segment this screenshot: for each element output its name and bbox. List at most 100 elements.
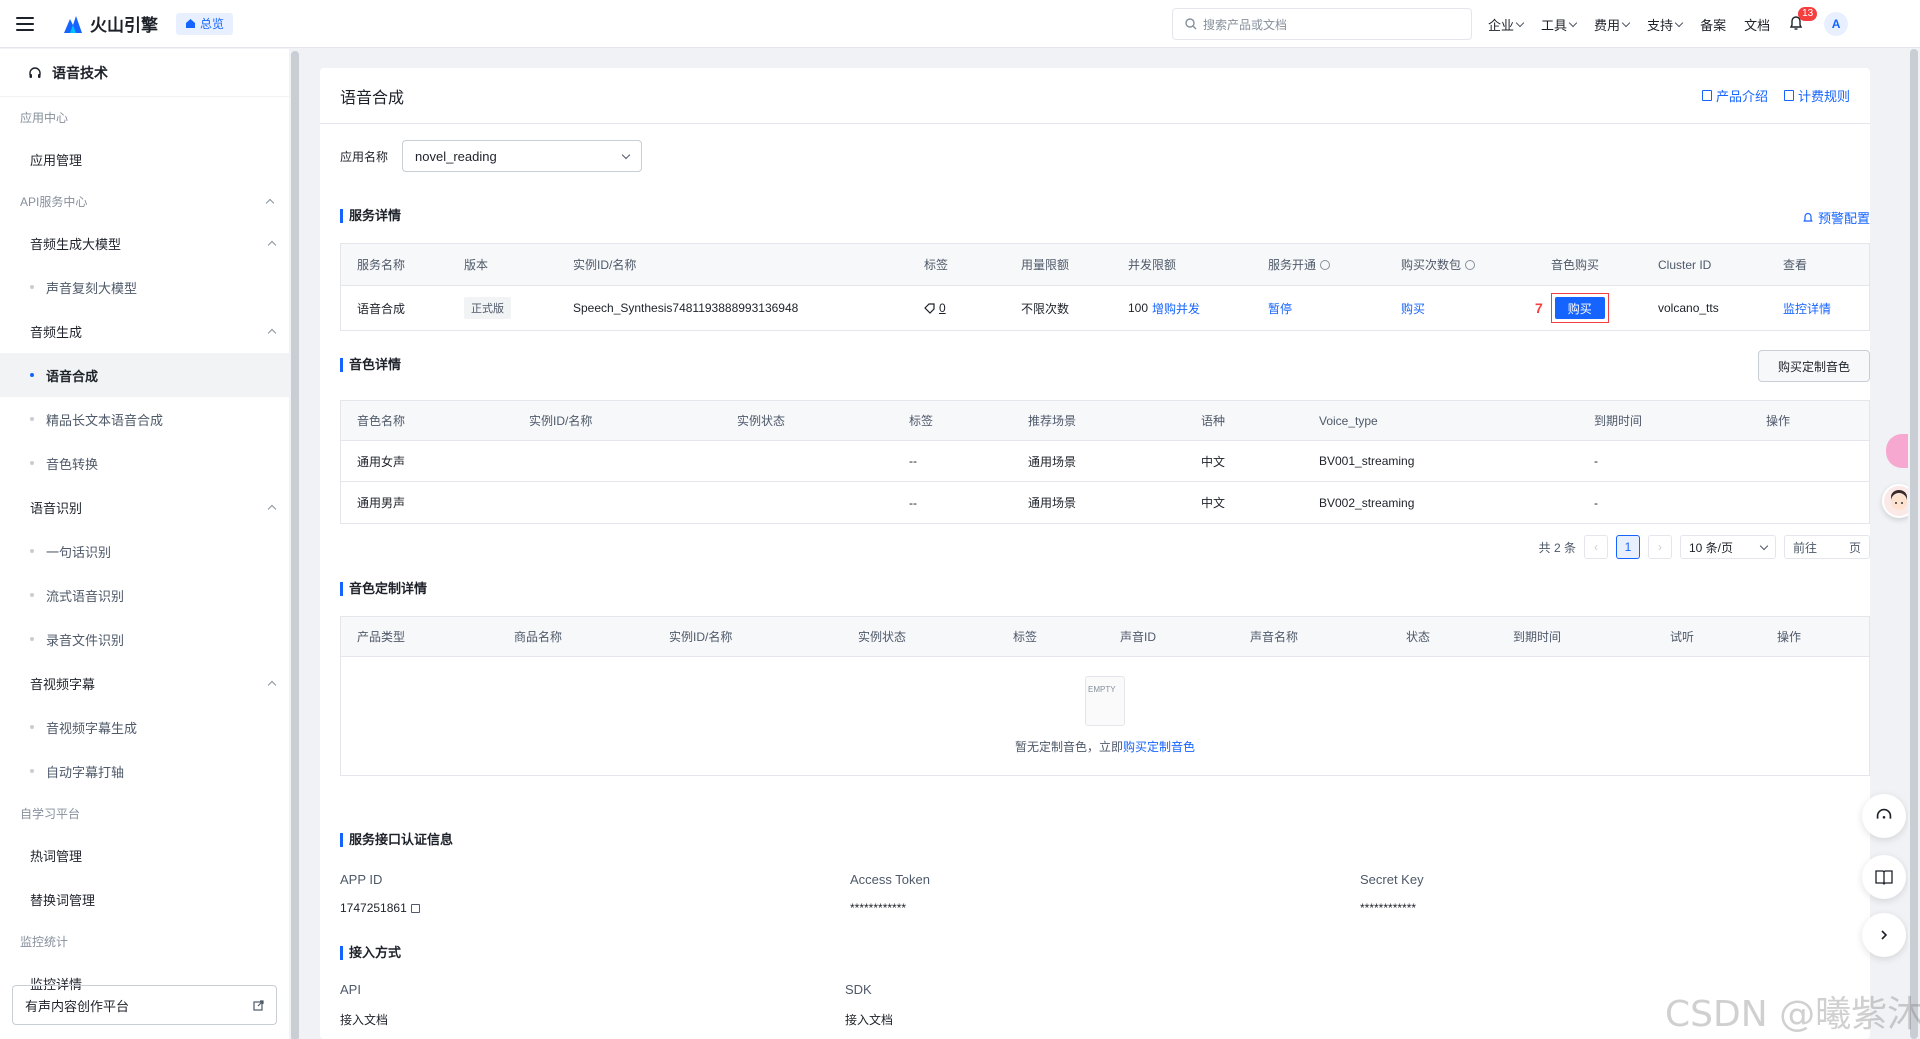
col-header: 商品名称: [514, 630, 563, 644]
volcano-logo-icon: [64, 15, 82, 33]
voice-name: 通用女声: [357, 454, 406, 469]
nav-label: 企业: [1488, 17, 1515, 33]
app-select[interactable]: novel_reading: [402, 140, 643, 172]
sidebar-item-voice-clone[interactable]: 声音复刻大模型: [0, 265, 289, 309]
col-header: 到期时间: [1594, 414, 1643, 428]
home-icon: [186, 19, 195, 28]
buy-custom-voice-button[interactable]: 购买定制音色: [1758, 350, 1870, 382]
col-header: 试听: [1670, 630, 1695, 644]
copy-icon[interactable]: [410, 903, 420, 913]
sdk-docs-link[interactable]: 接入文档: [845, 1011, 893, 1028]
scrollbar-thumb[interactable]: [1910, 49, 1918, 1039]
nav-label: 工具: [1541, 17, 1568, 33]
pause-link[interactable]: 暂停: [1268, 300, 1292, 317]
sidebar-item-hotword[interactable]: 热词管理: [0, 833, 289, 877]
sidebar-item-audio-llm[interactable]: 音频生成大模型: [0, 221, 289, 265]
voice-lang: 中文: [1201, 454, 1226, 469]
audio-content-platform-link[interactable]: 有声内容创作平台: [12, 985, 277, 1025]
table-header-row: 产品类型 商品名称 实例ID/名称 实例状态 标签 声音ID 声音名称 状态 到…: [341, 617, 1869, 657]
nav-docs[interactable]: 文档: [1744, 15, 1770, 34]
access-token-value: ************: [850, 901, 907, 915]
page-number[interactable]: 1: [1616, 535, 1640, 559]
sidebar-item-replace-word[interactable]: 替换词管理: [0, 877, 289, 921]
sidebar-item-audio-gen[interactable]: 音频生成: [0, 309, 289, 353]
nav-enterprise[interactable]: 企业: [1488, 15, 1525, 34]
nav-icp[interactable]: 备案: [1700, 15, 1726, 34]
goto-page-input[interactable]: 前往 页: [1784, 535, 1870, 559]
item-label: 录音文件识别: [46, 632, 125, 648]
brand-name: 火山引擎: [90, 16, 158, 35]
notification-button[interactable]: 13: [1788, 7, 1818, 33]
app-select-value: novel_reading: [415, 148, 497, 164]
pricing-icon: [1783, 90, 1794, 101]
sidebar-item-voice-convert[interactable]: 音色转换: [0, 441, 289, 485]
search-input[interactable]: 搜索产品或文档: [1172, 8, 1472, 40]
header-links: 产品介绍 计费规则: [1701, 86, 1850, 105]
sidebar-group-api[interactable]: API服务中心: [0, 181, 289, 221]
customer-service-button[interactable]: [1862, 794, 1906, 838]
product-intro-link[interactable]: 产品介绍: [1701, 86, 1768, 105]
tag-cell[interactable]: 0: [908, 301, 1005, 315]
col-header: Cluster ID: [1658, 257, 1712, 272]
expand-button[interactable]: [1862, 913, 1906, 957]
custom-table: 产品类型 商品名称 实例ID/名称 实例状态 标签 声音ID 声音名称 状态 到…: [340, 616, 1870, 657]
page-title: 语音合成: [340, 89, 405, 107]
sidebar-item-asr-stream[interactable]: 流式语音识别: [0, 573, 289, 617]
col-header: 实例ID/名称: [529, 414, 593, 428]
buy-voice-button[interactable]: 购买: [1554, 297, 1605, 319]
sidebar-item-long-tts[interactable]: 精品长文本语音合成: [0, 397, 289, 441]
voices-section-title: 音色详情: [340, 358, 401, 372]
chevron-up-icon: [267, 328, 277, 337]
sidebar-item-app-manage[interactable]: 应用管理: [0, 137, 289, 181]
page-scrollbar[interactable]: [1908, 49, 1920, 1039]
nav-billing[interactable]: 费用: [1594, 15, 1631, 34]
alert-config-link[interactable]: 预警配置: [1802, 208, 1870, 227]
search-placeholder: 搜索产品或文档: [1203, 17, 1288, 32]
home-button[interactable]: 总览: [176, 12, 234, 35]
prev-page-button[interactable]: ‹: [1584, 535, 1608, 559]
sidebar-item-asr-sentence[interactable]: 一句话识别: [0, 529, 289, 573]
help-icon[interactable]: [1465, 259, 1476, 270]
sidebar-item-asr[interactable]: 语音识别: [0, 485, 289, 529]
avatar[interactable]: A: [1824, 12, 1849, 36]
document-icon: [1701, 90, 1712, 101]
brand-logo[interactable]: 火山引擎: [62, 11, 158, 36]
nav-tools[interactable]: 工具: [1541, 15, 1578, 34]
alert-link-label: 预警配置: [1817, 211, 1870, 226]
voice-type: BV001_streaming: [1319, 454, 1415, 468]
col-header: 实例ID/名称: [669, 630, 733, 644]
menu-icon[interactable]: [16, 16, 34, 31]
sidebar-scrollbar[interactable]: [290, 49, 300, 1039]
scrollbar-thumb[interactable]: [291, 51, 299, 1039]
sidebar-item-asr-file[interactable]: 录音文件识别: [0, 617, 289, 661]
item-label: 精品长文本语音合成: [46, 412, 164, 428]
voice-scene: 通用场景: [1028, 496, 1077, 510]
sidebar-item-subtitle-align[interactable]: 自动字幕打轴: [0, 749, 289, 793]
chevron-up-icon: [267, 680, 277, 689]
chevron-up-icon: [267, 240, 277, 249]
sidebar-item-subtitle-gen[interactable]: 音视频字幕生成: [0, 705, 289, 749]
sidebar-item-tts[interactable]: 语音合成: [0, 353, 289, 397]
api-docs-link[interactable]: 接入文档: [340, 1011, 388, 1028]
next-page-button[interactable]: ›: [1648, 535, 1672, 559]
add-concurrency-link[interactable]: 增购并发: [1152, 300, 1200, 317]
col-header: 音色名称: [357, 414, 406, 428]
empty-document-icon: EMPTY: [1085, 676, 1125, 726]
access-token-block: Access Token ************: [850, 872, 930, 915]
nav-support[interactable]: 支持: [1647, 15, 1684, 34]
secret-key-block: Secret Key ************: [1360, 872, 1424, 915]
sidebar-item-subtitle[interactable]: 音视频字幕: [0, 661, 289, 705]
page-size-select[interactable]: 10 条/页: [1680, 535, 1776, 559]
buy-pack-link[interactable]: 购买: [1401, 300, 1425, 317]
item-label: 语音合成: [46, 368, 99, 384]
col-header: Voice_type: [1319, 413, 1378, 428]
monitor-details-link[interactable]: 监控详情: [1783, 300, 1831, 317]
col-header: 语种: [1201, 414, 1226, 428]
auth-section-title: 服务接口认证信息: [340, 833, 453, 847]
app-label: 应用名称: [340, 149, 389, 164]
chevron-down-icon: [1759, 541, 1769, 550]
pricing-rules-link[interactable]: 计费规则: [1783, 86, 1850, 105]
help-icon[interactable]: [1320, 259, 1331, 270]
buy-custom-voice-link[interactable]: 购买定制音色: [1123, 740, 1195, 754]
docs-button[interactable]: [1862, 855, 1906, 899]
